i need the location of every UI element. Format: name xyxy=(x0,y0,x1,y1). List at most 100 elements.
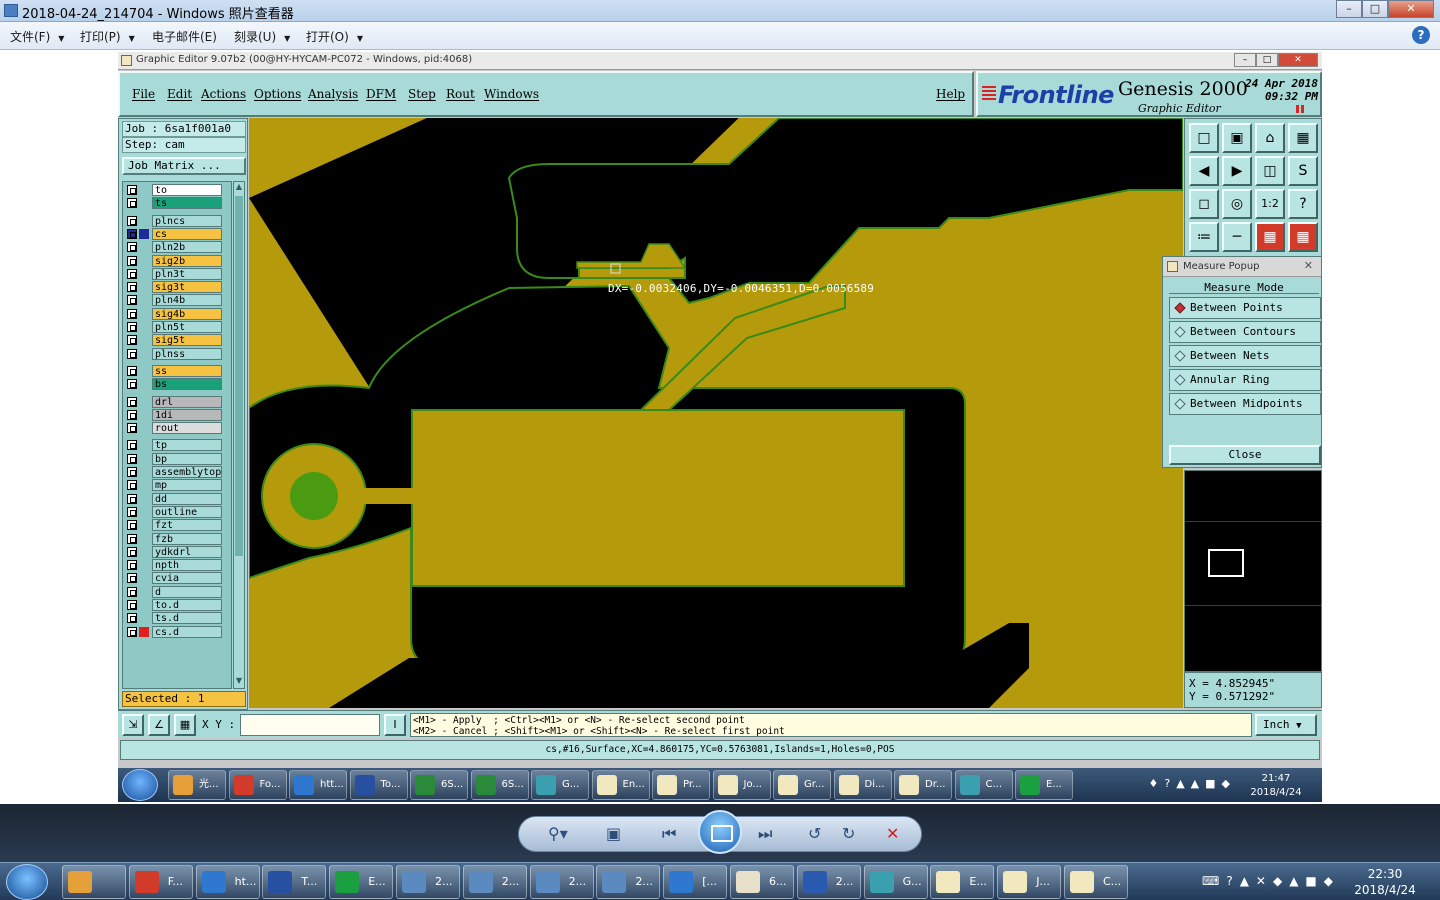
pan-left-icon[interactable]: ◀ xyxy=(1189,156,1219,186)
layer-name[interactable]: sig4b xyxy=(152,307,222,320)
zoom-icon[interactable]: ⚲▾ xyxy=(548,824,568,843)
layer-row[interactable]: rout xyxy=(125,422,229,435)
task-button[interactable]: 2... xyxy=(529,865,594,899)
layer-name[interactable]: ss xyxy=(152,364,222,377)
home-icon[interactable]: ⌂ xyxy=(1255,123,1285,153)
layer-row[interactable]: to.d xyxy=(125,599,229,611)
layer-name[interactable]: ts.d xyxy=(152,612,222,625)
menu-help[interactable]: Help xyxy=(936,87,965,101)
layer-checkbox[interactable] xyxy=(127,409,137,420)
task-button[interactable]: 2... xyxy=(596,865,661,899)
layer-checkbox[interactable] xyxy=(127,560,137,571)
layer-checkbox[interactable] xyxy=(127,282,137,293)
zoom-home-icon[interactable]: ◻ xyxy=(1189,189,1219,219)
task-button[interactable] xyxy=(62,865,126,899)
layer-checkbox[interactable] xyxy=(127,198,137,209)
layer-name[interactable]: d xyxy=(152,585,222,598)
layer-row[interactable]: to xyxy=(125,184,229,196)
layer-name[interactable]: sig2b xyxy=(152,254,222,267)
layer-checkbox[interactable] xyxy=(127,365,137,376)
task-button[interactable]: G... xyxy=(863,865,928,899)
view-rectangle[interactable] xyxy=(1208,549,1244,577)
layer-checkbox[interactable] xyxy=(127,613,137,624)
layer-checkbox[interactable] xyxy=(127,242,137,253)
layer-name[interactable]: dd xyxy=(152,492,222,505)
layer-checkbox[interactable] xyxy=(127,215,137,226)
layer-checkbox[interactable] xyxy=(127,185,137,195)
layer-checkbox[interactable] xyxy=(127,493,137,504)
layer-row[interactable]: fzt xyxy=(125,519,229,532)
layer-name[interactable]: ydkdrl xyxy=(152,545,222,558)
help-icon[interactable]: ? xyxy=(1412,26,1430,44)
layer-name[interactable]: fzt xyxy=(152,519,222,532)
layer-name[interactable]: bp xyxy=(152,452,222,465)
layer-checkbox[interactable] xyxy=(127,348,137,359)
task-button[interactable]: J... xyxy=(997,865,1062,899)
zoom-one-to-one-icon[interactable]: 1:2 xyxy=(1255,189,1285,219)
clock[interactable]: 22:30 2018/4/24 xyxy=(1350,866,1420,898)
zoom-fit-icon[interactable]: ◎ xyxy=(1222,189,1252,219)
pause-icon[interactable] xyxy=(1296,105,1304,113)
layer-name[interactable]: cs xyxy=(152,227,222,240)
window-icon[interactable]: ▦ xyxy=(1288,123,1318,153)
layer-row[interactable]: 1di xyxy=(125,408,229,421)
menu-open[interactable]: 打开(O) ▼ xyxy=(306,28,363,45)
ruler-icon[interactable]: ─ xyxy=(1222,222,1252,252)
layer-name[interactable]: sig3t xyxy=(152,281,222,294)
layer-checkbox[interactable] xyxy=(127,440,137,451)
layer-name[interactable]: pln3t xyxy=(152,267,222,280)
actual-size-icon[interactable]: ▣ xyxy=(606,824,621,843)
layer-row[interactable]: cvia xyxy=(125,572,229,585)
graphic-control-icon[interactable]: ▦ xyxy=(1288,222,1318,252)
menu-dfm[interactable]: DFM xyxy=(366,87,396,101)
layer-row[interactable]: dd xyxy=(125,492,229,505)
layer-name[interactable]: sig5t xyxy=(152,334,222,347)
snap-mode-icon[interactable]: ⇲ xyxy=(122,714,144,736)
menu-burn[interactable]: 刻录(U) ▼ xyxy=(234,28,290,45)
editor-close-button[interactable]: ✕ xyxy=(1278,53,1318,67)
grid-icon[interactable]: ▦ xyxy=(174,714,196,736)
angle-mode-icon[interactable]: ∠ xyxy=(148,714,170,736)
pan-right-icon[interactable]: ▶ xyxy=(1222,156,1252,186)
task-button[interactable]: 2... xyxy=(396,865,460,899)
layer-checkbox[interactable] xyxy=(127,586,137,597)
layer-row[interactable]: fzb xyxy=(125,532,229,545)
layer-checkbox[interactable] xyxy=(127,533,137,544)
menu-edit[interactable]: Edit xyxy=(167,87,192,101)
layer-checkbox[interactable] xyxy=(127,546,137,557)
menu-actions[interactable]: Actions xyxy=(201,87,246,101)
scroll-down-icon[interactable]: ▼ xyxy=(234,676,244,688)
layer-row[interactable]: pln4b xyxy=(125,294,229,307)
menu-email[interactable]: 电子邮件(E) xyxy=(152,28,217,45)
measure-option-between-points[interactable]: Between Points xyxy=(1169,297,1321,319)
layer-row[interactable]: drl xyxy=(125,395,229,408)
layer-name[interactable]: to xyxy=(152,184,222,196)
layer-name[interactable]: mp xyxy=(152,479,222,492)
layer-name[interactable]: drl xyxy=(152,395,222,408)
layer-row[interactable]: npth xyxy=(125,559,229,572)
layer-row[interactable]: plncs xyxy=(125,214,229,227)
layer-name[interactable]: pln5t xyxy=(152,321,222,333)
open-job-icon[interactable]: □ xyxy=(1189,123,1219,153)
layer-checkbox[interactable] xyxy=(127,423,137,434)
layer-name[interactable]: ts xyxy=(152,197,222,210)
tray-icons[interactable]: ⌨?▲✕◆▲■◆ xyxy=(1202,874,1340,888)
task-button[interactable]: F... xyxy=(128,865,193,899)
layer-checkbox[interactable] xyxy=(127,453,137,464)
slideshow-button[interactable] xyxy=(698,810,742,854)
graphics-canvas[interactable]: DX=-0.0032406,DY=-0.0046351,D=0.0056589 xyxy=(249,118,1183,708)
task-button[interactable]: ht... xyxy=(195,865,260,899)
scroll-thumb[interactable] xyxy=(235,196,243,556)
next-icon[interactable]: ⏭ xyxy=(758,824,772,844)
layer-row[interactable]: ts.d xyxy=(125,612,229,625)
menu-options[interactable]: Options xyxy=(254,87,301,101)
menu-file[interactable]: File xyxy=(132,87,155,101)
layer-name[interactable]: cs.d xyxy=(152,625,222,638)
layer-name[interactable]: 1di xyxy=(152,408,222,421)
layer-row[interactable]: bp xyxy=(125,452,229,465)
layer-name[interactable]: rout xyxy=(152,422,222,435)
layer-checkbox[interactable] xyxy=(127,600,137,610)
layer-checkbox[interactable] xyxy=(127,520,137,531)
layer-row[interactable]: sig2b xyxy=(125,254,229,267)
layer-color-icon[interactable]: ▦ xyxy=(1255,222,1285,252)
